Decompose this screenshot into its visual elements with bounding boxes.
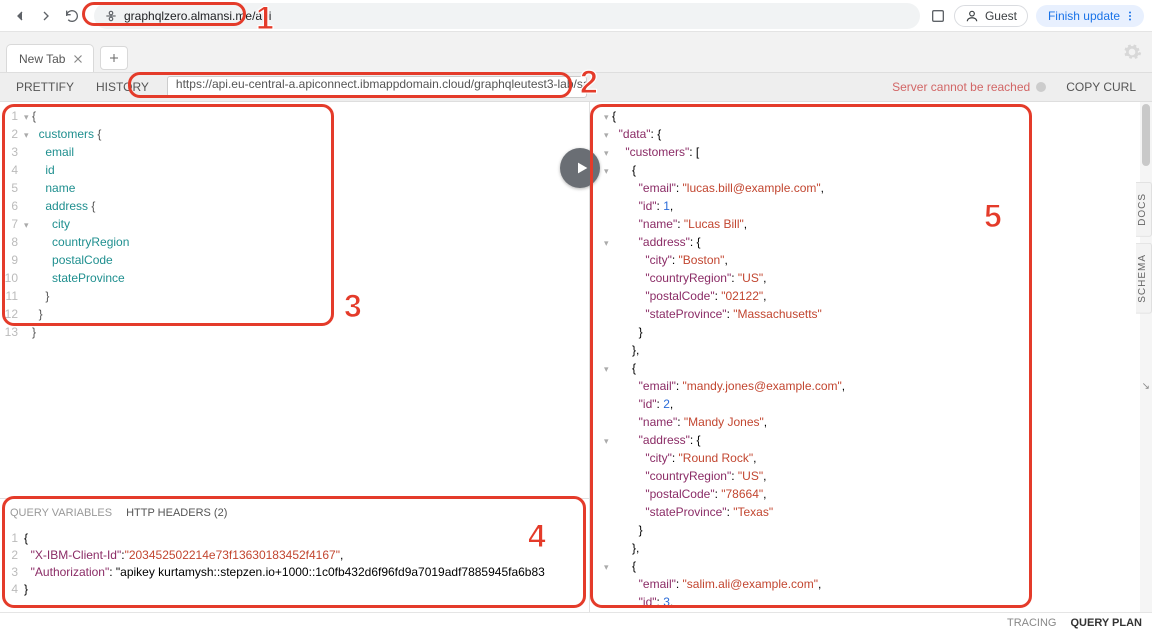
headers-editor[interactable]: 1{2 "X-IBM-Client-Id":"203452502214e73f1…: [0, 526, 589, 612]
back-button[interactable]: [8, 4, 32, 28]
scrollbar-thumb[interactable]: [1142, 104, 1150, 166]
docs-tab[interactable]: DOCS: [1136, 182, 1152, 237]
user-icon: [965, 9, 979, 23]
tab-new[interactable]: New Tab: [6, 44, 94, 72]
status-dot-icon: [1036, 82, 1046, 92]
endpoint-input[interactable]: https://api.eu-central-a.apiconnect.ibma…: [167, 76, 587, 98]
tab-query-variables[interactable]: QUERY VARIABLES: [10, 507, 112, 519]
history-button[interactable]: HISTORY: [86, 75, 159, 99]
editor-tabs: New Tab: [0, 32, 1152, 72]
guest-label: Guest: [985, 9, 1017, 23]
result-scrollbar[interactable]: [1140, 102, 1152, 612]
profile-button[interactable]: Guest: [954, 5, 1028, 27]
tab-query-plan[interactable]: QUERY PLAN: [1070, 617, 1142, 629]
site-info-icon: [104, 9, 118, 23]
add-tab-button[interactable]: [100, 46, 128, 70]
forward-button[interactable]: [34, 4, 58, 28]
address-bar[interactable]: graphqlzero.almansi.me/api: [94, 3, 920, 29]
prettify-button[interactable]: PRETTIFY: [6, 75, 84, 99]
tab-label: New Tab: [19, 52, 65, 66]
reload-button[interactable]: [60, 4, 84, 28]
variables-header: QUERY VARIABLES HTTP HEADERS (2): [0, 498, 589, 526]
tab-http-headers[interactable]: HTTP HEADERS (2): [126, 507, 227, 519]
close-icon[interactable]: [71, 52, 85, 66]
url-text: graphqlzero.almansi.me/api: [124, 9, 271, 23]
schema-tab[interactable]: SCHEMA: [1136, 243, 1152, 314]
settings-gear-icon[interactable]: [1122, 42, 1142, 62]
server-status: Server cannot be reached: [892, 80, 1046, 94]
tab-tracing[interactable]: TRACING: [1007, 617, 1057, 629]
copy-curl-button[interactable]: COPY CURL: [1056, 75, 1146, 99]
browser-toolbar: graphqlzero.almansi.me/api Guest Finish …: [0, 0, 1152, 32]
query-editor[interactable]: 1▾{2▾ customers {3 email4 id5 name6 addr…: [0, 102, 589, 498]
playground-toolbar: PRETTIFY HISTORY https://api.eu-central-…: [0, 72, 1152, 102]
plus-icon: [108, 52, 120, 64]
kebab-icon: [1124, 10, 1136, 22]
status-text: Server cannot be reached: [892, 80, 1030, 94]
finish-update-button[interactable]: Finish update: [1036, 5, 1144, 27]
play-icon: [574, 160, 590, 176]
execute-button[interactable]: [560, 148, 600, 188]
extensions-icon[interactable]: [930, 8, 946, 24]
result-viewer[interactable]: ▾{ ▾ "data": { ▾ "customers": [ ▾ { "ema…: [590, 102, 1138, 612]
footer-tabs: TRACING QUERY PLAN: [0, 612, 1152, 632]
resize-handle-icon[interactable]: ↘: [1142, 381, 1150, 392]
finish-update-label: Finish update: [1048, 9, 1120, 23]
